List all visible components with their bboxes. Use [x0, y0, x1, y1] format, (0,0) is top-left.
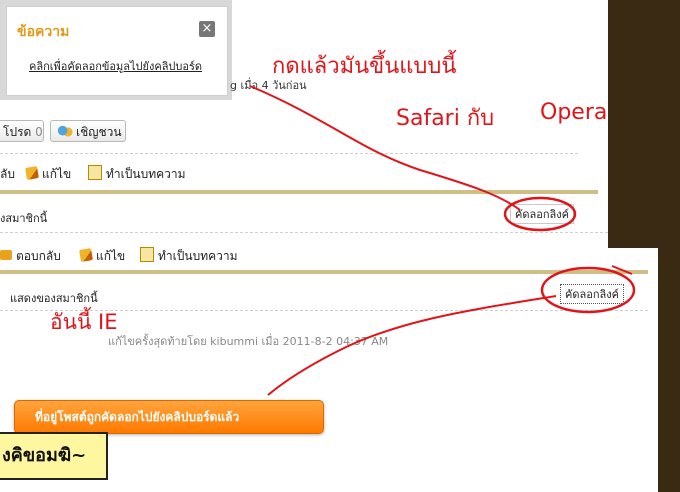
- circle-ie-button: [540, 266, 636, 314]
- arrow-to-safari-button: [249, 85, 521, 211]
- annotation-drawings: [249, 85, 636, 396]
- circle-safari-button: [503, 196, 577, 232]
- arrow-to-toast: [267, 295, 557, 396]
